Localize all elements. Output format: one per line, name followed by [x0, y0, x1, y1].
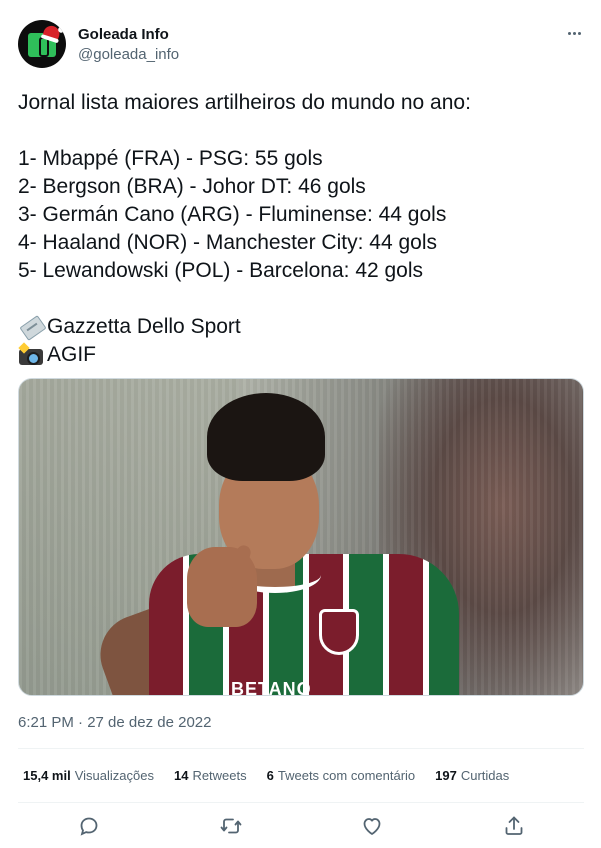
reply-icon[interactable]	[77, 814, 101, 838]
source-line: Gazzetta Dello Sport	[18, 313, 584, 341]
jersey-sponsor: BETANO	[231, 679, 312, 696]
tweet-line: 2- Bergson (BRA) - Johor DT: 46 gols	[18, 175, 366, 198]
timestamp[interactable]: 6:21 PM · 27 de dez de 2022	[18, 714, 211, 731]
divider	[18, 748, 584, 749]
author-name[interactable]: Goleada Info	[78, 26, 169, 43]
tweet-line	[18, 117, 584, 145]
more-horizontal-icon[interactable]	[562, 24, 586, 42]
club-crest	[319, 609, 359, 655]
tweet-photo[interactable]: BETANO	[18, 378, 584, 696]
tweet-line: 5- Lewandowski (POL) - Barcelona: 42 gol…	[18, 259, 424, 282]
tweet-text: Jornal lista maiores artilheiros do mund…	[18, 89, 584, 369]
likes-stat[interactable]: 197 Curtidas	[435, 768, 509, 783]
retweet-icon[interactable]	[219, 814, 243, 838]
tweet-actions	[0, 814, 601, 840]
views-stat[interactable]: 15,4 mil Visualizações	[23, 768, 154, 783]
heart-icon[interactable]	[360, 814, 384, 838]
credit-line: AGIF	[18, 341, 584, 369]
tweet-line	[18, 285, 584, 313]
tweet-stats: 15,4 mil Visualizações 14 Retweets 6 Twe…	[18, 768, 509, 783]
player-hair	[207, 393, 325, 481]
share-icon[interactable]	[502, 814, 526, 838]
tweet-line: 3- Germán Cano (ARG) - Fluminense: 44 go…	[18, 203, 447, 226]
tweet-card: Goleada Info @goleada_info Jornal lista …	[0, 0, 601, 848]
author-handle[interactable]: @goleada_info	[78, 46, 179, 63]
source-text: Gazzetta Dello Sport	[47, 315, 241, 338]
credit-text: AGIF	[47, 343, 97, 366]
divider	[18, 802, 584, 803]
tweet-line: 4- Haaland (NOR) - Manchester City: 44 g…	[18, 231, 437, 254]
newspaper-icon	[18, 314, 44, 340]
quotes-stat[interactable]: 6 Tweets com comentário	[267, 768, 416, 783]
retweets-stat[interactable]: 14 Retweets	[174, 768, 247, 783]
camera-with-flash-icon	[18, 342, 44, 368]
avatar[interactable]	[18, 20, 66, 68]
santa-hat-icon	[42, 23, 62, 41]
tweet-line: Jornal lista maiores artilheiros do mund…	[18, 91, 471, 114]
tweet-line: 1- Mbappé (FRA) - PSG: 55 gols	[18, 147, 323, 170]
